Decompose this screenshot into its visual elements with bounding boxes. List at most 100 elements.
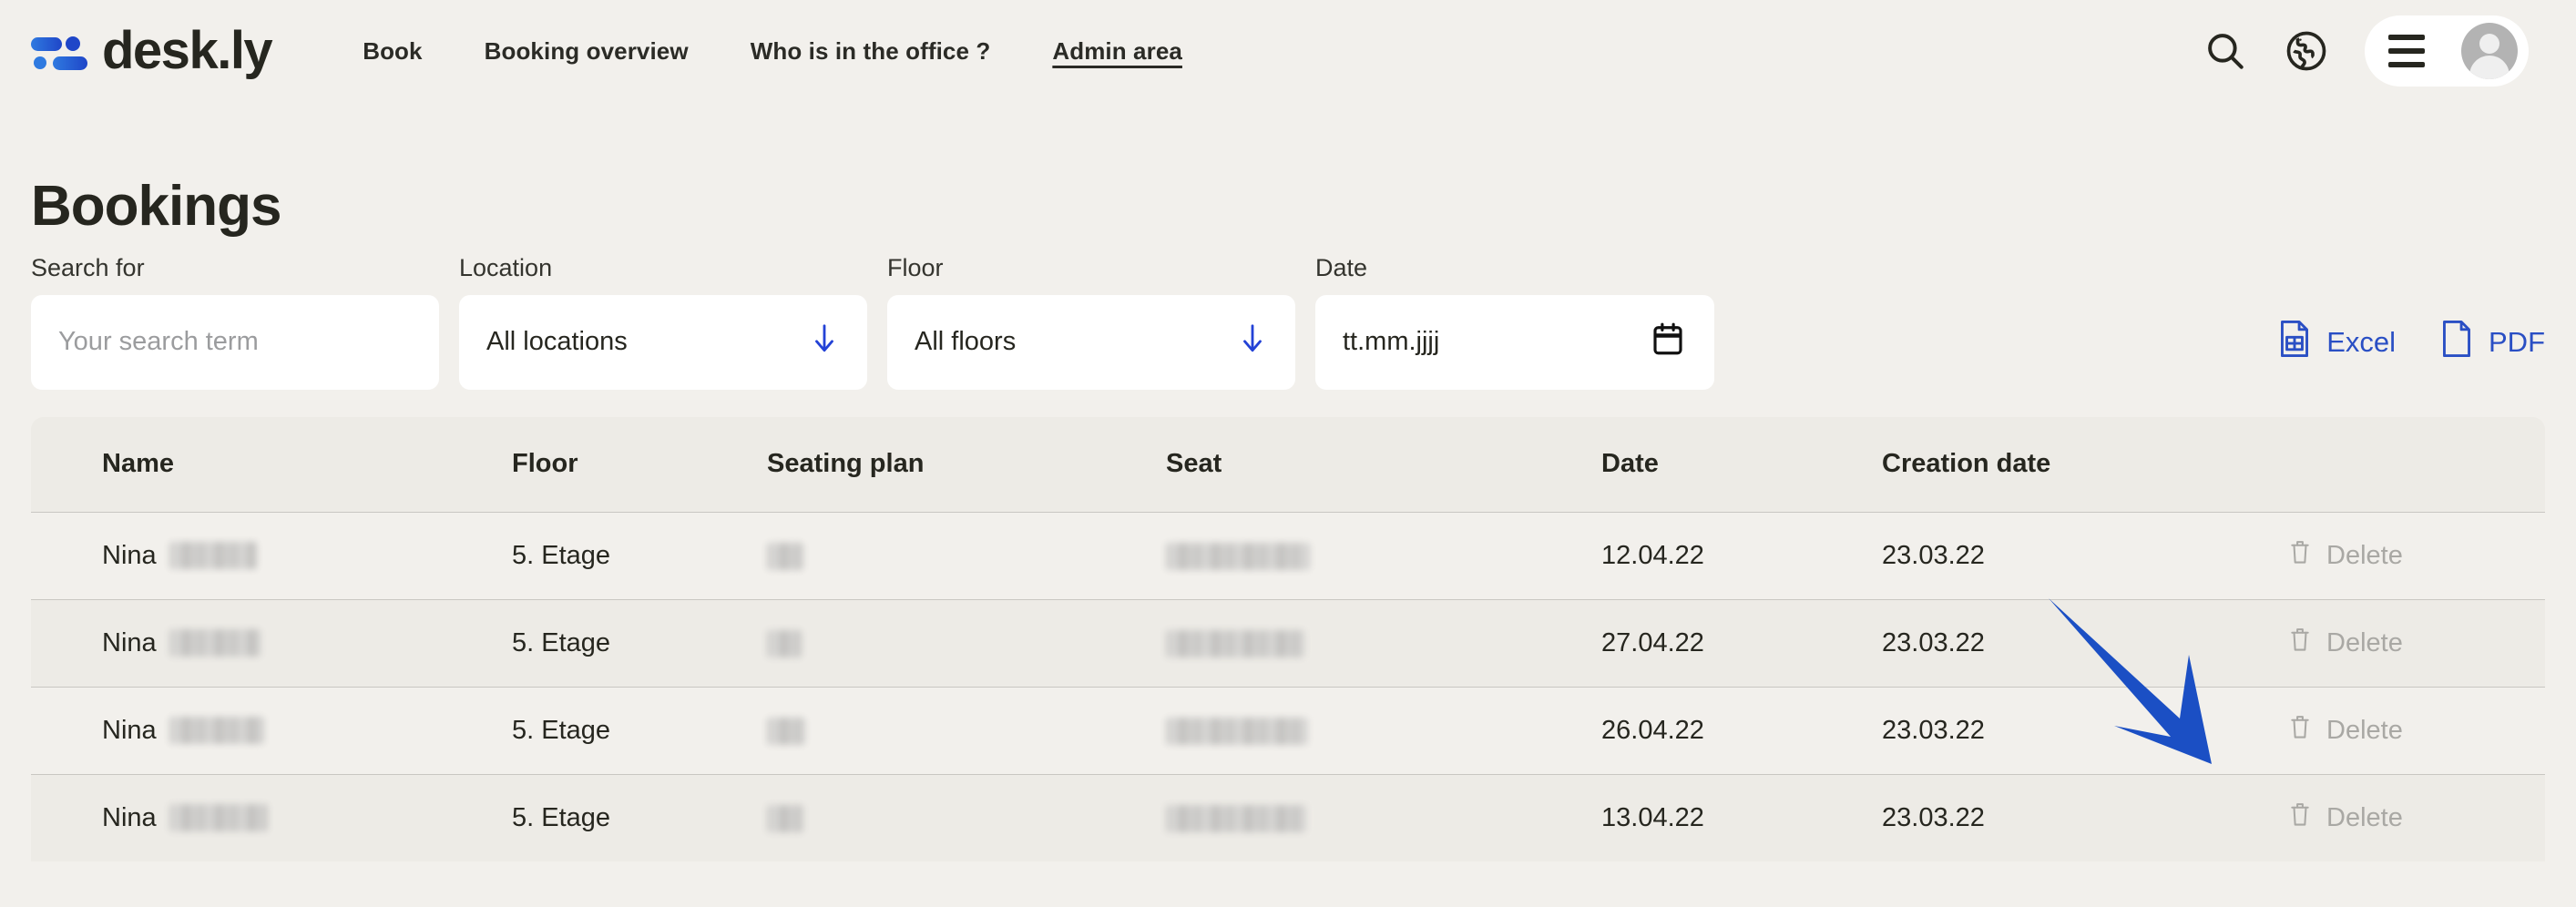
- cell-seating-plan: [767, 628, 1166, 658]
- redacted-text: [169, 542, 257, 570]
- table-row[interactable]: Nina 5. Etage 26.04.22 23.03.22 Delete: [31, 686, 2545, 774]
- filter-bar: Search for Your search term Location All…: [31, 254, 2545, 390]
- top-navigation-bar: desk.ly Book Booking overview Who is in …: [0, 0, 2576, 102]
- location-label: Location: [459, 253, 553, 281]
- date-input[interactable]: tt.mm.jjjj: [1315, 294, 1714, 390]
- brand-logo[interactable]: desk.ly: [31, 21, 273, 80]
- page-title: Bookings: [31, 175, 281, 238]
- hamburger-menu-icon[interactable]: [2388, 35, 2425, 67]
- cell-name: Nina: [102, 803, 512, 833]
- date-label: Date: [1315, 253, 1368, 281]
- column-header-floor: Floor: [512, 449, 578, 479]
- cell-seating-plan: [767, 541, 1166, 571]
- floor-field-group: Floor All floors: [887, 254, 1295, 390]
- cell-actions: Delete: [2264, 800, 2545, 836]
- column-header-creation-date: Creation date: [1882, 449, 2051, 479]
- export-pdf-button[interactable]: PDF: [2439, 319, 2545, 366]
- delete-button[interactable]: Delete: [2288, 625, 2403, 661]
- table-header-row: Name Floor Seating plan Seat Date Creati…: [31, 416, 2545, 512]
- top-bar-actions: [2203, 15, 2529, 87]
- nav-item-admin-area[interactable]: Admin area: [1021, 37, 1213, 66]
- brand-name: desk.ly: [102, 21, 273, 80]
- user-menu-button[interactable]: [2365, 15, 2529, 87]
- booking-user-first-name: Nina: [102, 715, 157, 745]
- arrow-down-icon: [809, 321, 840, 363]
- redacted-text: [1166, 805, 1306, 833]
- calendar-icon[interactable]: [1649, 320, 1687, 365]
- cell-floor: 5. Etage: [512, 627, 611, 657]
- cell-actions: Delete: [2264, 537, 2545, 574]
- cell-date: 27.04.22: [1601, 627, 1704, 657]
- cell-seating-plan: [767, 803, 1166, 833]
- redacted-text: [169, 717, 264, 745]
- nav-item-book[interactable]: Book: [332, 37, 453, 66]
- table-row[interactable]: Nina 5. Etage 27.04.22 23.03.22 Delete: [31, 598, 2545, 687]
- arrow-down-icon: [1237, 321, 1268, 363]
- redacted-text: [1166, 718, 1308, 746]
- cell-actions: Delete: [2264, 625, 2545, 661]
- search-input[interactable]: Your search term: [31, 294, 439, 390]
- cell-floor: 5. Etage: [512, 802, 611, 832]
- cell-name: Nina: [102, 716, 512, 746]
- trash-icon: [2288, 800, 2312, 836]
- cell-floor: 5. Etage: [512, 715, 611, 745]
- delete-button[interactable]: Delete: [2288, 537, 2403, 574]
- booking-user-first-name: Nina: [102, 627, 157, 657]
- cell-creation-date: 23.03.22: [1882, 802, 1985, 832]
- date-input-placeholder: tt.mm.jjjj: [1343, 327, 1440, 357]
- cell-creation-date: 23.03.22: [1882, 715, 1985, 745]
- trash-icon: [2288, 712, 2312, 749]
- delete-button[interactable]: Delete: [2288, 800, 2403, 836]
- cell-creation-date: 23.03.22: [1882, 627, 1985, 657]
- column-header-date: Date: [1601, 449, 1659, 479]
- delete-button-label: Delete: [2326, 715, 2403, 745]
- floor-select[interactable]: All floors: [887, 294, 1295, 390]
- table-row[interactable]: Nina 5. Etage 13.04.22 23.03.22 Delete: [31, 773, 2545, 861]
- location-select[interactable]: All locations: [459, 294, 867, 390]
- column-header-seating-plan: Seating plan: [767, 449, 925, 479]
- redacted-text: [169, 629, 261, 657]
- export-excel-button[interactable]: Excel: [2277, 319, 2396, 366]
- pdf-file-icon: [2439, 319, 2474, 366]
- cell-seat: [1166, 716, 1601, 746]
- deskly-dots-logo-icon: [31, 30, 87, 72]
- cell-date: 26.04.22: [1601, 715, 1704, 745]
- export-excel-label: Excel: [2326, 325, 2396, 358]
- redacted-text: [1166, 630, 1304, 658]
- delete-button-label: Delete: [2326, 627, 2403, 657]
- trash-icon: [2288, 537, 2312, 574]
- location-select-value: All locations: [486, 327, 628, 357]
- nav-item-who-is-in-the-office[interactable]: Who is in the office ?: [720, 37, 1022, 66]
- table-body: Nina 5. Etage 12.04.22 23.03.22 Delete Nina 5.…: [31, 511, 2545, 861]
- location-field-group: Location All locations: [459, 254, 867, 390]
- floor-select-value: All floors: [915, 327, 1017, 357]
- cell-date: 12.04.22: [1601, 540, 1704, 570]
- cell-date: 13.04.22: [1601, 802, 1704, 832]
- cell-seating-plan: [767, 716, 1166, 746]
- cell-seat: [1166, 628, 1601, 658]
- user-avatar-icon[interactable]: [2461, 23, 2518, 79]
- delete-button-label: Delete: [2326, 540, 2403, 570]
- search-field-group: Search for Your search term: [31, 254, 439, 390]
- search-label: Search for: [31, 253, 145, 281]
- bookings-table: Name Floor Seating plan Seat Date Creati…: [31, 416, 2545, 861]
- search-input-placeholder: Your search term: [58, 327, 259, 357]
- redacted-text: [767, 718, 805, 746]
- nav-item-booking-overview[interactable]: Booking overview: [454, 37, 720, 66]
- cell-name: Nina: [102, 628, 512, 658]
- cell-floor: 5. Etage: [512, 540, 611, 570]
- column-header-seat: Seat: [1166, 449, 1222, 479]
- search-icon[interactable]: [2203, 28, 2248, 74]
- cell-creation-date: 23.03.22: [1882, 540, 1985, 570]
- globe-icon[interactable]: [2283, 27, 2330, 75]
- floor-label: Floor: [887, 253, 944, 281]
- trash-icon: [2288, 625, 2312, 661]
- column-header-name: Name: [102, 449, 174, 479]
- delete-button[interactable]: Delete: [2288, 712, 2403, 749]
- redacted-text: [1166, 543, 1310, 571]
- redacted-text: [767, 543, 803, 571]
- delete-button-label: Delete: [2326, 802, 2403, 832]
- redacted-text: [767, 805, 803, 833]
- main-nav: Book Booking overview Who is in the offi…: [332, 37, 1213, 66]
- table-row[interactable]: Nina 5. Etage 12.04.22 23.03.22 Delete: [31, 511, 2545, 599]
